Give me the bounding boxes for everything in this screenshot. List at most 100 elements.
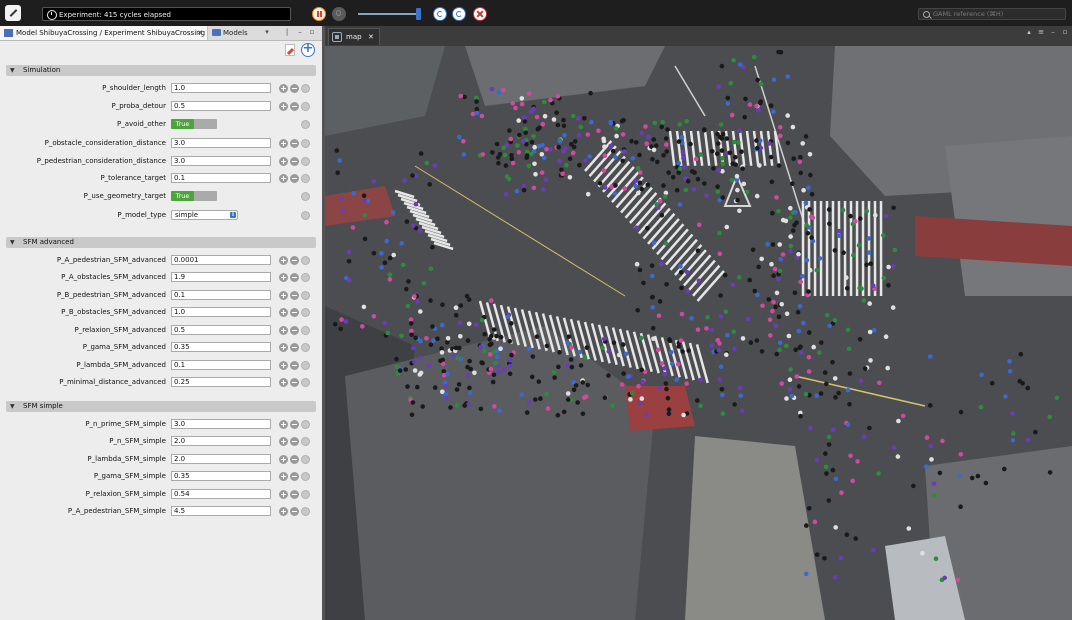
model-type-select[interactable]: simple ⇕: [171, 210, 238, 220]
increment-icon[interactable]: [279, 455, 288, 464]
gaml-reference-search[interactable]: [918, 8, 1066, 20]
parameter-value-input[interactable]: 0.0001: [171, 255, 271, 265]
increment-icon[interactable]: [279, 174, 288, 183]
reset-icon[interactable]: [301, 361, 310, 370]
increment-icon[interactable]: [279, 378, 288, 387]
parameter-value-input[interactable]: 0.1: [171, 360, 271, 370]
decrement-icon[interactable]: [290, 361, 299, 370]
reset-icon[interactable]: [301, 378, 310, 387]
decrement-icon[interactable]: [290, 343, 299, 352]
parameter-value-input[interactable]: 1.0: [171, 307, 271, 317]
step-button[interactable]: [332, 7, 346, 21]
tab-experiment[interactable]: Model ShibuyaCrossing / Experiment Shibu…: [0, 26, 208, 40]
increment-icon[interactable]: [279, 256, 288, 265]
increment-icon[interactable]: [279, 361, 288, 370]
gama-logo-icon[interactable]: [5, 5, 21, 21]
decrement-icon[interactable]: [290, 84, 299, 93]
parameter-value-input[interactable]: 0.54: [171, 489, 271, 499]
reset-icon[interactable]: [301, 343, 310, 352]
reset-icon[interactable]: [301, 192, 310, 201]
decrement-icon[interactable]: [290, 472, 299, 481]
reset-icon[interactable]: [301, 102, 310, 111]
layout-icon[interactable]: ▴: [1025, 28, 1033, 37]
reset-icon[interactable]: [301, 308, 310, 317]
section-header[interactable]: ▼ SFM simple: [6, 401, 316, 412]
reset-icon[interactable]: [301, 326, 310, 335]
increment-icon[interactable]: [279, 84, 288, 93]
decrement-icon[interactable]: [290, 157, 299, 166]
decrement-icon[interactable]: [290, 139, 299, 148]
chevron-down-icon[interactable]: ▼: [10, 65, 15, 76]
maximize-icon[interactable]: ▫: [1061, 28, 1069, 37]
increment-icon[interactable]: [279, 291, 288, 300]
increment-icon[interactable]: [279, 273, 288, 282]
view-menu-icon[interactable]: ▾: [263, 28, 271, 37]
boolean-toggle[interactable]: True: [171, 119, 217, 129]
decrement-icon[interactable]: [290, 308, 299, 317]
reset-icon[interactable]: [301, 291, 310, 300]
view-menu-icon[interactable]: ≡: [1037, 28, 1045, 37]
reset-icon[interactable]: [301, 84, 310, 93]
increment-icon[interactable]: [279, 420, 288, 429]
parameter-value-input[interactable]: 0.25: [171, 377, 271, 387]
increment-icon[interactable]: [279, 326, 288, 335]
search-input[interactable]: [933, 9, 1063, 19]
decrement-icon[interactable]: [290, 455, 299, 464]
reset-icon[interactable]: [301, 273, 310, 282]
reload-button[interactable]: [452, 7, 466, 21]
pause-button[interactable]: [312, 7, 326, 21]
parameter-value-input[interactable]: 2.0: [171, 436, 271, 446]
chevron-down-icon[interactable]: ▼: [10, 401, 15, 412]
reset-icon[interactable]: [301, 120, 310, 129]
decrement-icon[interactable]: [290, 490, 299, 499]
minimize-icon[interactable]: –: [296, 28, 304, 37]
decrement-icon[interactable]: [290, 420, 299, 429]
map-display[interactable]: [325, 46, 1072, 620]
boolean-toggle[interactable]: True: [171, 191, 217, 201]
reset-icon[interactable]: [301, 472, 310, 481]
reset-icon[interactable]: [301, 437, 310, 446]
parameter-value-input[interactable]: 1.0: [171, 83, 271, 93]
increment-icon[interactable]: [279, 157, 288, 166]
decrement-icon[interactable]: [290, 256, 299, 265]
parameter-value-input[interactable]: 3.0: [171, 156, 271, 166]
add-parameter-icon[interactable]: +: [301, 42, 315, 57]
parameter-value-input[interactable]: 0.5: [171, 325, 271, 335]
decrement-icon[interactable]: [290, 291, 299, 300]
reset-icon[interactable]: [301, 139, 310, 148]
decrement-icon[interactable]: [290, 273, 299, 282]
sync-button[interactable]: [433, 7, 447, 21]
reset-icon[interactable]: [301, 490, 310, 499]
parameter-value-input[interactable]: 0.1: [171, 290, 271, 300]
increment-icon[interactable]: [279, 308, 288, 317]
decrement-icon[interactable]: [290, 102, 299, 111]
reset-icon[interactable]: [301, 256, 310, 265]
increment-icon[interactable]: [279, 472, 288, 481]
maximize-icon[interactable]: ▫: [308, 28, 316, 37]
reset-icon[interactable]: [301, 211, 310, 220]
increment-icon[interactable]: [279, 507, 288, 516]
increment-icon[interactable]: [279, 139, 288, 148]
revert-icon[interactable]: [285, 44, 295, 56]
parameter-value-input[interactable]: 3.0: [171, 419, 271, 429]
parameter-value-input[interactable]: 0.5: [171, 101, 271, 111]
increment-icon[interactable]: [279, 102, 288, 111]
map-canvas[interactable]: [325, 46, 1072, 620]
stop-button[interactable]: [473, 7, 487, 21]
reset-icon[interactable]: [301, 157, 310, 166]
decrement-icon[interactable]: [290, 174, 299, 183]
speed-slider[interactable]: [358, 13, 418, 15]
decrement-icon[interactable]: [290, 437, 299, 446]
close-icon[interactable]: ✕: [368, 29, 374, 45]
reset-icon[interactable]: [301, 507, 310, 516]
parameter-value-input[interactable]: 2.0: [171, 454, 271, 464]
minimize-icon[interactable]: –: [1049, 28, 1057, 37]
parameter-value-input[interactable]: 0.1: [171, 173, 271, 183]
section-header[interactable]: ▼ SFM advanced: [6, 237, 316, 248]
parameter-value-input[interactable]: 1.9: [171, 272, 271, 282]
speed-slider-thumb[interactable]: [416, 8, 421, 20]
reset-icon[interactable]: [301, 455, 310, 464]
parameter-value-input[interactable]: 4.5: [171, 506, 271, 516]
parameter-value-input[interactable]: 3.0: [171, 138, 271, 148]
reset-icon[interactable]: [301, 174, 310, 183]
